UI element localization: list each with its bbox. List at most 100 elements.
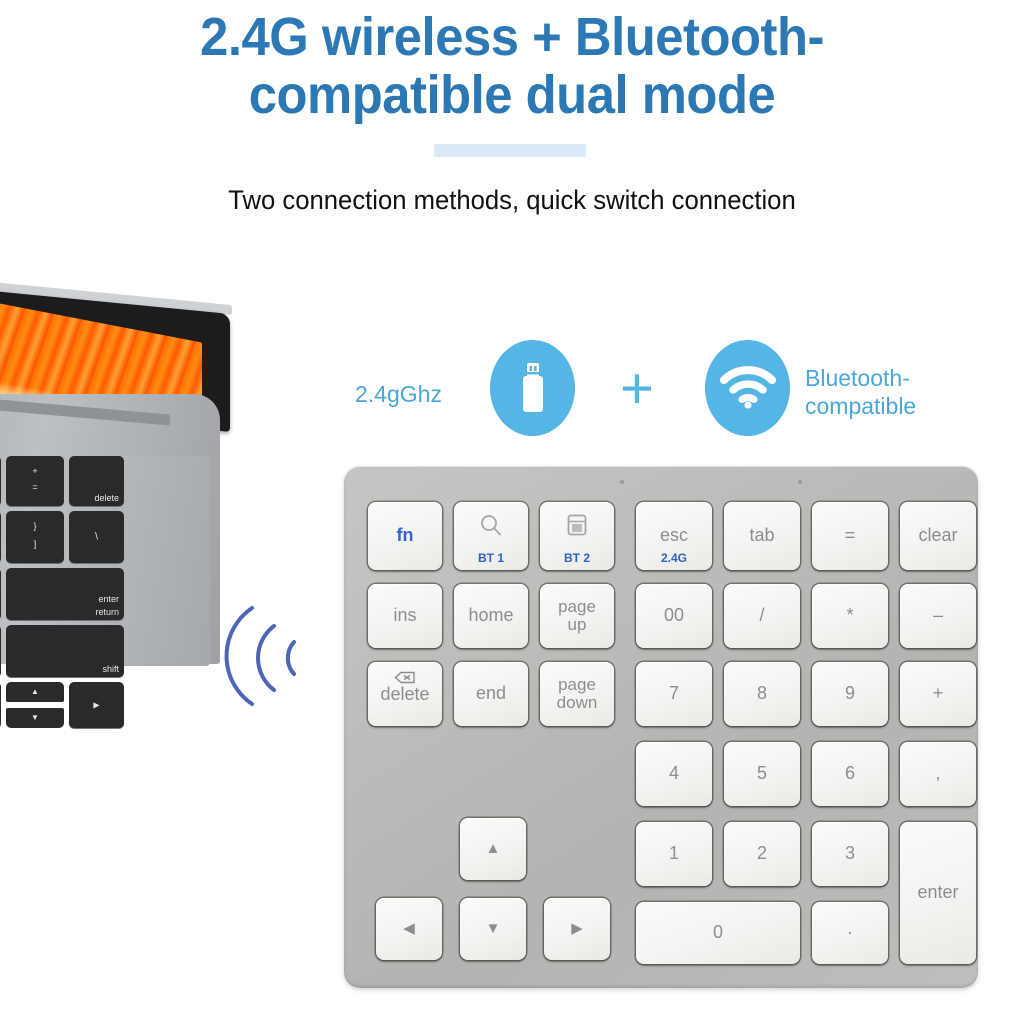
laptop-key-arrow-right[interactable]: ▶: [69, 682, 124, 728]
keypad-key-divide-label: /: [759, 605, 765, 626]
keypad-key-arrow-up[interactable]: ▲: [460, 818, 526, 880]
keypad-key-4[interactable]: 4: [636, 742, 712, 806]
laptop-key-bracket-right[interactable]: }]: [6, 511, 64, 563]
keypad-key-2-label: 2: [756, 843, 767, 864]
backspace-icon: [394, 671, 416, 684]
keypad-key-arrow-down[interactable]: ▼: [460, 898, 526, 960]
keypad-key-5[interactable]: 5: [724, 742, 800, 806]
laptop-key-return[interactable]: enter return: [6, 568, 124, 620]
keypad-key-tab[interactable]: tab: [724, 502, 800, 570]
laptop-key-shift[interactable]: shift: [6, 625, 124, 677]
laptop-keyboard: –_ += delete {[ }] \ "' enterreturn ?/ s…: [0, 456, 124, 746]
keypad-key-3[interactable]: 3: [812, 822, 888, 886]
title-line-2: compatible dual mode: [248, 65, 776, 126]
keypad-key-delete[interactable]: delete: [368, 662, 442, 726]
keypad-key-fn-label: fn: [396, 525, 414, 546]
keypad-key-bt2[interactable]: BT 2: [540, 502, 614, 570]
keypad-key-arrow-right-label: ▶: [571, 919, 583, 937]
keypad-key-page-down[interactable]: page down: [540, 662, 614, 726]
keypad-key-fn[interactable]: fn: [368, 502, 442, 570]
calculator-icon: [566, 513, 588, 537]
keypad-key-arrow-down-label: ▼: [485, 919, 501, 937]
keypad-key-page-up-label-2: up: [567, 615, 587, 634]
wifi-signal-icon: [719, 366, 776, 410]
keypad-key-multiply-label: *: [846, 605, 854, 626]
keypad-key-bt2-label: BT 2: [563, 551, 590, 566]
keypad-key-esc[interactable]: esc 2.4G: [636, 502, 712, 570]
laptop-key-minus[interactable]: –_: [0, 456, 1, 506]
laptop-key-quote[interactable]: "': [0, 568, 1, 620]
laptop-key-backslash[interactable]: \: [69, 511, 124, 563]
keypad-key-page-up[interactable]: page up: [540, 584, 614, 648]
keypad-key-bt1[interactable]: BT 1: [454, 502, 528, 570]
laptop-key-bracket-left[interactable]: {[: [0, 511, 1, 563]
keypad-key-delete-label: delete: [380, 684, 430, 704]
laptop-key-plus[interactable]: + =: [6, 456, 64, 506]
keypad-key-multiply[interactable]: *: [812, 584, 888, 648]
keypad-key-arrow-left-label: ◀: [403, 919, 415, 937]
keypad-key-equals[interactable]: =: [812, 502, 888, 570]
page-subtitle: Two connection methods, quick switch con…: [228, 185, 796, 215]
keypad-key-0[interactable]: 0: [636, 902, 800, 964]
keypad-key-plus-label: +: [932, 683, 944, 704]
keypad-key-page-up-label-1: page: [558, 596, 596, 616]
plus-separator: +: [620, 356, 654, 421]
keypad-key-enter[interactable]: enter: [900, 822, 976, 964]
keypad-key-6-label: 6: [844, 763, 855, 784]
keypad-key-7-label: 7: [668, 683, 679, 704]
keypad-key-page-down-label-1: page: [558, 674, 596, 694]
keypad-key-divide[interactable]: /: [724, 584, 800, 648]
laptop-key-arrow-left[interactable]: ◀: [0, 682, 1, 728]
title-underline-bar: [434, 144, 586, 157]
keypad-key-0-label: 0: [712, 922, 723, 943]
keypad-key-end-label: end: [475, 683, 507, 704]
usb-dongle-badge: [490, 340, 575, 436]
keypad-key-double-zero[interactable]: 00: [636, 584, 712, 648]
keypad-key-tab-label: tab: [749, 525, 775, 546]
keypad-key-arrow-left[interactable]: ◀: [376, 898, 442, 960]
keypad-key-2[interactable]: 2: [724, 822, 800, 886]
keypad-key-double-zero-label: 00: [663, 605, 685, 626]
keypad-key-arrow-up-label: ▲: [485, 839, 501, 857]
keypad-key-decimal[interactable]: ·: [812, 902, 888, 964]
keypad-key-home-label: home: [468, 605, 514, 626]
keypad-key-comma[interactable]: ,: [900, 742, 976, 806]
keypad-key-4-label: 4: [668, 763, 679, 784]
keypad-key-ins[interactable]: ins: [368, 584, 442, 648]
bluetooth-badge: [705, 340, 790, 436]
keypad-key-end[interactable]: end: [454, 662, 528, 726]
laptop-image: –_ += delete {[ }] \ "' enterreturn ?/ s…: [0, 277, 240, 986]
wireless-waves-icon: [222, 600, 332, 720]
status-led-2: [798, 480, 802, 484]
keypad-key-8[interactable]: 8: [724, 662, 800, 726]
bluetooth-label: Bluetooth- compatible: [805, 364, 916, 420]
laptop-trackpad: [118, 456, 210, 666]
keypad-key-home[interactable]: home: [454, 584, 528, 648]
keypad-key-minus[interactable]: –: [900, 584, 976, 648]
keypad-key-clear[interactable]: clear: [900, 502, 976, 570]
keypad-key-decimal-label: ·: [847, 922, 853, 943]
keypad-key-esc-label: esc: [659, 525, 688, 546]
keypad-key-equals-label: =: [844, 525, 856, 546]
product-marketing-image: 2.4G wireless + Bluetooth- compatible du…: [0, 0, 1024, 1024]
keypad-key-7[interactable]: 7: [636, 662, 712, 726]
keypad-key-5-label: 5: [756, 763, 767, 784]
keypad-key-comma-label: ,: [935, 763, 941, 784]
title-line-1: 2.4G wireless + Bluetooth-: [200, 7, 824, 67]
frequency-label: 2.4gGhz: [355, 381, 442, 407]
keypad-key-3-label: 3: [844, 843, 855, 864]
keypad-key-9-label: 9: [844, 683, 855, 704]
keypad-key-plus[interactable]: +: [900, 662, 976, 726]
connection-methods-row: 2.4gGhz + Bluetooth- compatible: [350, 338, 1010, 448]
keypad-key-esc-sublabel: 2.4G: [660, 551, 687, 566]
keypad-key-1[interactable]: 1: [636, 822, 712, 886]
keypad-key-minus-label: –: [932, 605, 943, 626]
laptop-key-slash[interactable]: ?/: [0, 625, 1, 677]
laptop-key-delete[interactable]: delete: [69, 456, 124, 506]
keypad-key-6[interactable]: 6: [812, 742, 888, 806]
keypad-key-clear-label: clear: [918, 525, 958, 546]
laptop-key-arrow-updown[interactable]: ▲ ▼: [6, 682, 64, 728]
keypad-key-arrow-right[interactable]: ▶: [544, 898, 610, 960]
keypad-key-1-label: 1: [668, 843, 679, 864]
keypad-key-9[interactable]: 9: [812, 662, 888, 726]
